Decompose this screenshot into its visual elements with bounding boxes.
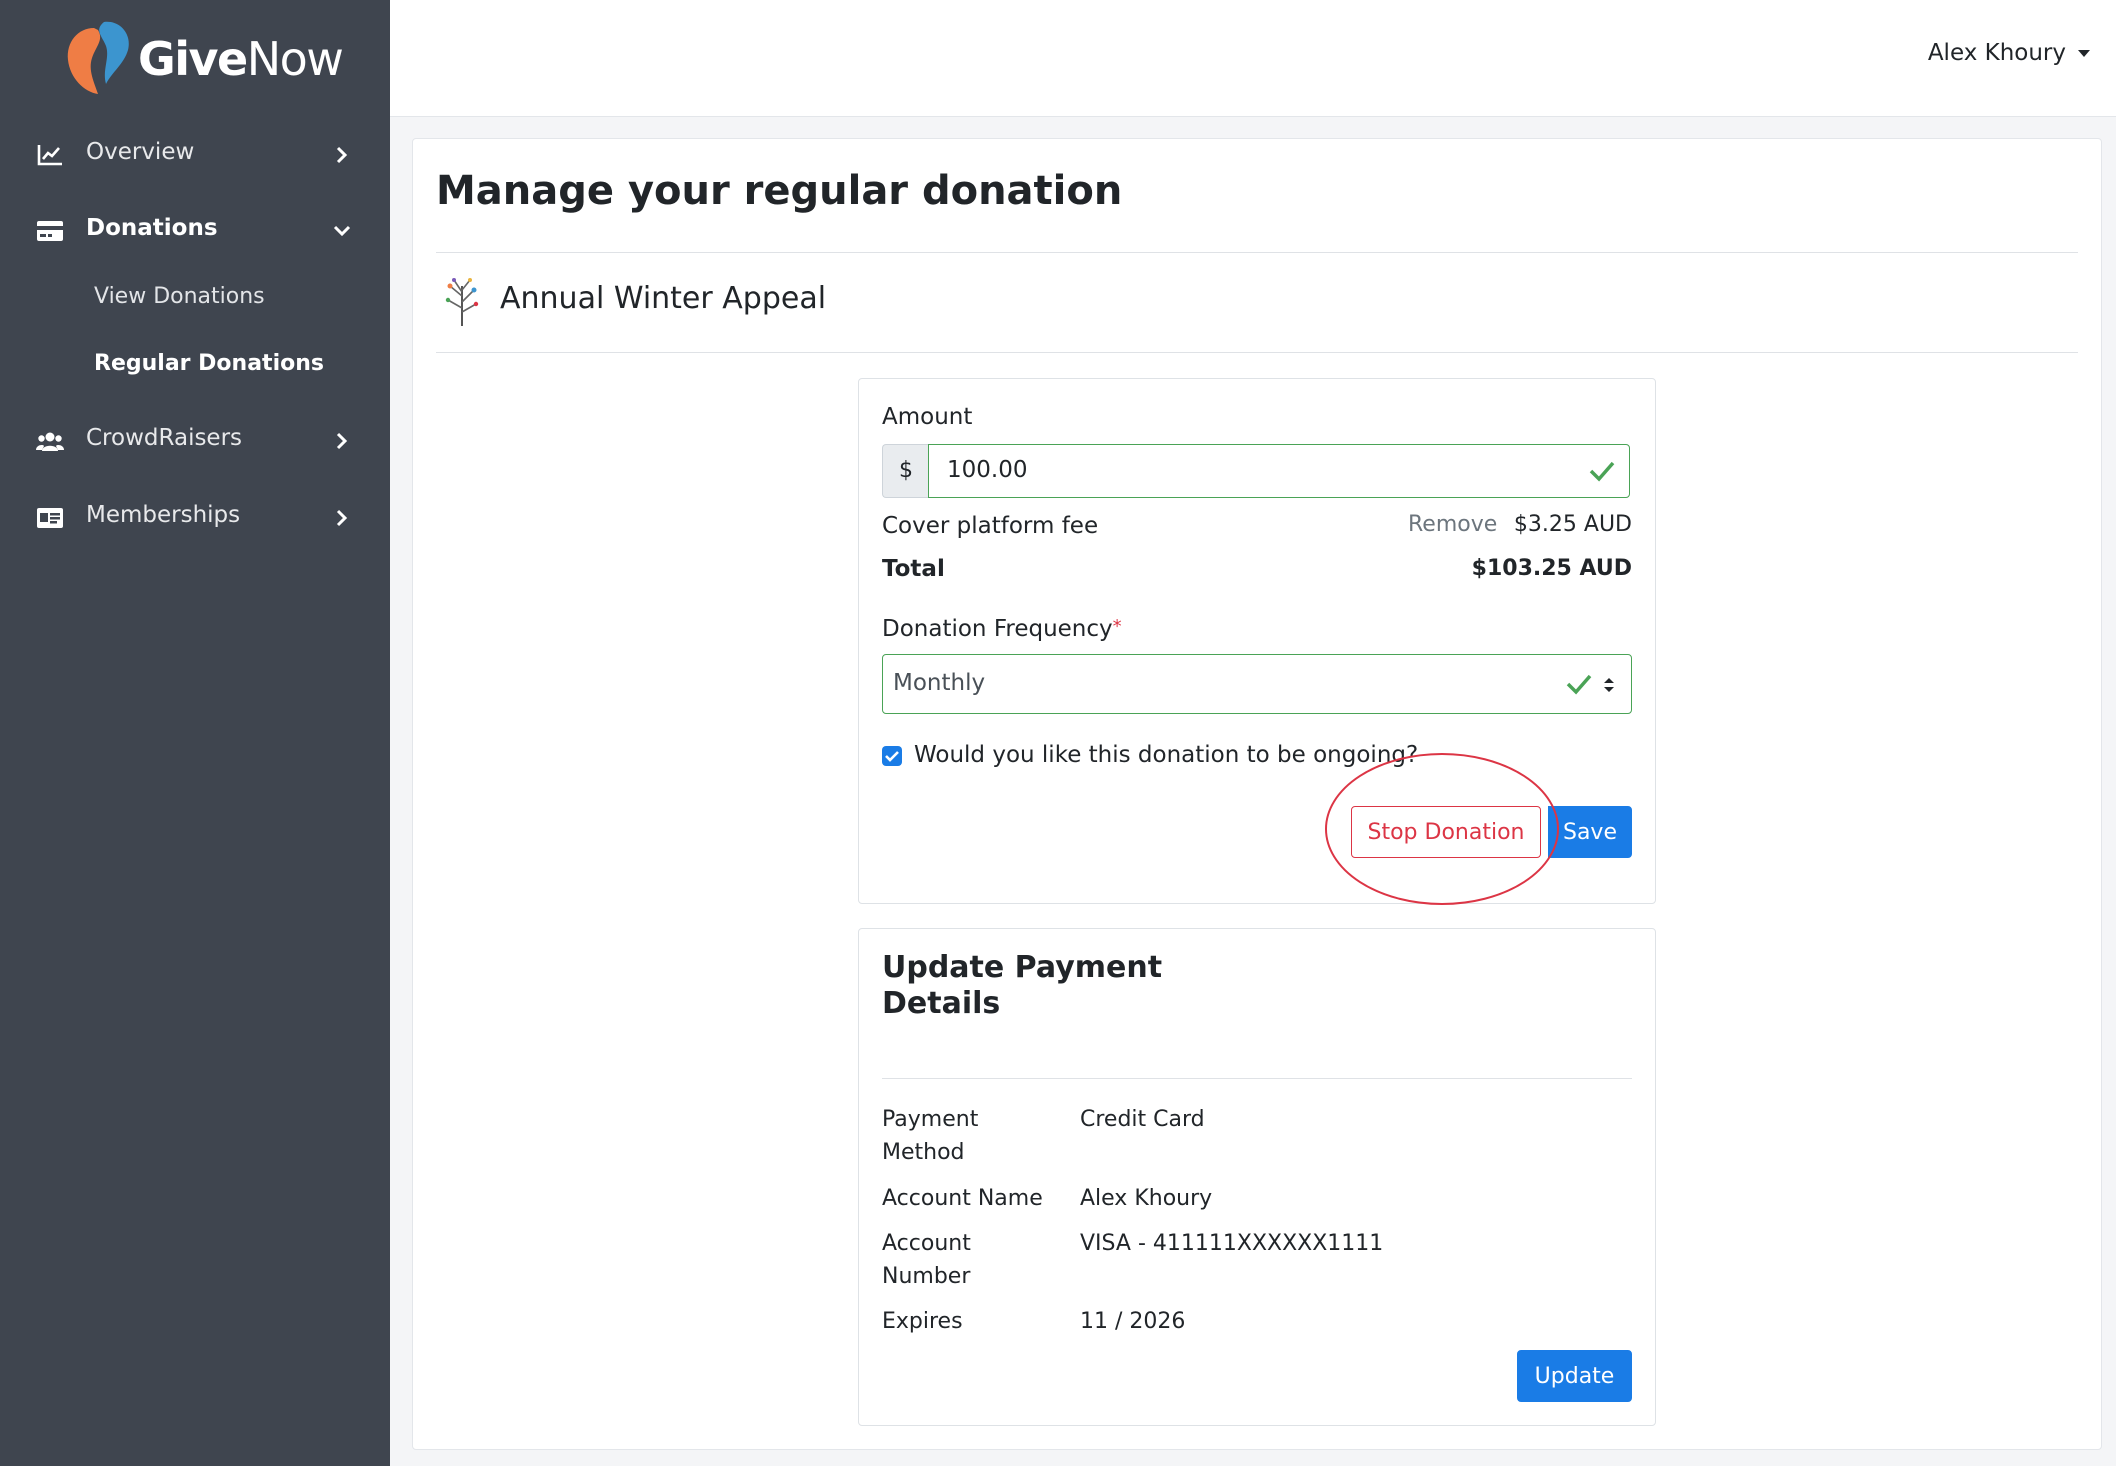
- sidebar: GiveNow Overview Donations View Donation…: [0, 0, 390, 1466]
- required-marker: *: [1112, 616, 1122, 637]
- sort-arrows-icon: [1604, 678, 1614, 692]
- logo-wordmark: GiveNow: [138, 32, 344, 86]
- campaign-tree-icon: [445, 278, 479, 326]
- remove-fee-link[interactable]: Remove: [1408, 512, 1497, 537]
- page-title: Manage your regular donation: [436, 168, 1123, 214]
- save-button[interactable]: Save: [1548, 806, 1632, 858]
- sidebar-item-crowdraisers[interactable]: CrowdRaisers: [0, 406, 390, 476]
- amount-input-group: $ 100.00: [882, 444, 1632, 498]
- users-icon: [36, 432, 64, 451]
- payment-panel-title: Update Payment Details: [882, 950, 1163, 1021]
- account-number-label: Account Number: [882, 1231, 971, 1289]
- givenow-logo[interactable]: GiveNow: [64, 20, 364, 96]
- chevron-right-icon: [336, 509, 348, 527]
- amount-input[interactable]: 100.00: [928, 444, 1630, 498]
- caret-down-icon: [2078, 50, 2090, 57]
- currency-prefix: $: [882, 444, 929, 498]
- expires-label: Expires: [882, 1309, 963, 1334]
- amount-value: 100.00: [947, 457, 1028, 483]
- expires-value: 11 / 2026: [1080, 1309, 1186, 1334]
- sidebar-item-label: CrowdRaisers: [86, 425, 243, 451]
- valid-check-icon: [1589, 461, 1615, 482]
- sidebar-item-label: Memberships: [86, 502, 241, 528]
- valid-check-icon: [1566, 674, 1592, 695]
- account-number-value: VISA - 411111XXXXXX1111: [1080, 1231, 1384, 1256]
- id-card-icon: [37, 508, 63, 528]
- fee-label: Cover platform fee: [882, 513, 1099, 539]
- credit-card-icon: [37, 221, 63, 241]
- heart-logo-icon: [67, 21, 129, 94]
- sidebar-item-overview[interactable]: Overview: [0, 120, 390, 190]
- user-name: Alex Khoury: [1927, 40, 2066, 66]
- divider: [882, 1078, 1632, 1079]
- ongoing-checkbox[interactable]: [882, 746, 902, 766]
- sidebar-item-label: Overview: [86, 139, 195, 165]
- chevron-right-icon: [336, 146, 348, 164]
- frequency-select[interactable]: Monthly: [882, 654, 1632, 714]
- frequency-value: Monthly: [893, 670, 986, 696]
- total-value: $103.25 AUD: [1471, 556, 1632, 581]
- divider: [436, 252, 2078, 253]
- user-menu[interactable]: Alex Khoury: [1928, 40, 2090, 66]
- frequency-label: Donation Frequency*: [882, 616, 1122, 642]
- account-name-label: Account Name: [882, 1186, 1043, 1211]
- top-bar: Alex Khoury: [390, 0, 2116, 117]
- amount-label: Amount: [882, 404, 973, 430]
- sidebar-item-donations[interactable]: Donations: [0, 196, 390, 266]
- payment-method-label: Payment Method: [882, 1107, 979, 1165]
- sidebar-item-label: Donations: [86, 215, 218, 241]
- sidebar-item-memberships[interactable]: Memberships: [0, 483, 390, 553]
- update-button[interactable]: Update: [1517, 1350, 1632, 1402]
- chevron-right-icon: [336, 432, 348, 450]
- fee-value: $3.25 AUD: [1513, 512, 1632, 537]
- total-label: Total: [882, 556, 945, 582]
- highlight-annotation-ellipse: [1325, 753, 1559, 905]
- campaign-name: Annual Winter Appeal: [500, 281, 827, 316]
- checkmark-icon: [885, 751, 899, 762]
- account-name-value: Alex Khoury: [1080, 1186, 1213, 1211]
- sidebar-subitem-view-donations[interactable]: View Donations: [94, 284, 265, 309]
- sidebar-subitem-regular-donations[interactable]: Regular Donations: [94, 351, 324, 376]
- divider: [436, 352, 2078, 353]
- chart-line-icon: [37, 145, 62, 166]
- chevron-down-icon: [333, 225, 351, 237]
- payment-method-value: Credit Card: [1080, 1107, 1205, 1132]
